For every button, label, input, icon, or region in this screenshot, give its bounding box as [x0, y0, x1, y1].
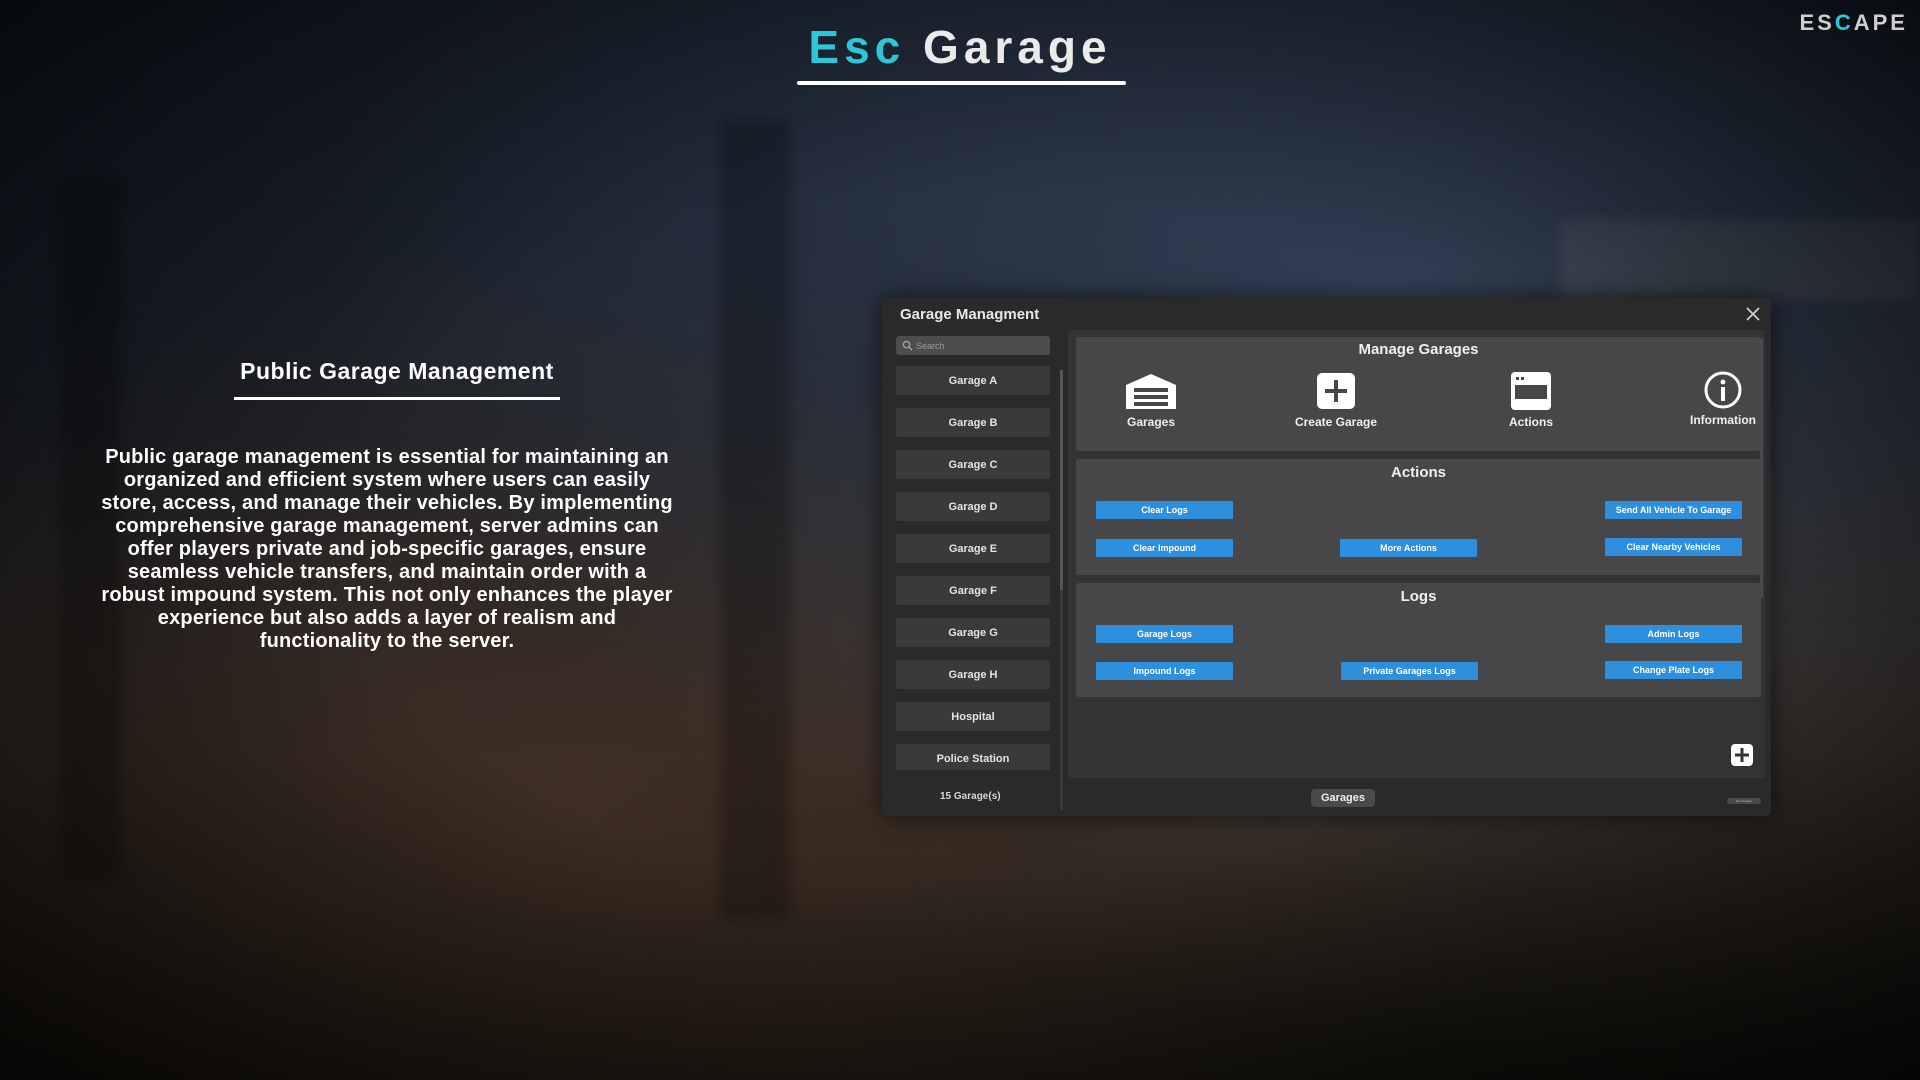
manage-garages-section: Manage Garages Garages Create Garage Act… [1076, 337, 1761, 451]
garage-list-item[interactable]: Garage F [896, 576, 1050, 605]
manage-item-label: Information [1690, 413, 1756, 427]
garage-list-item[interactable]: Garage B [896, 408, 1050, 437]
garage-list-item[interactable]: Garage D [896, 492, 1050, 521]
plus-icon [1317, 373, 1355, 409]
clear-logs-button[interactable]: Clear Logs [1096, 501, 1233, 519]
intro-underline [234, 397, 560, 400]
brand-logo: ESCAPE [1799, 10, 1908, 35]
garage-list-item[interactable]: Police Station [896, 744, 1050, 770]
actions-section: Actions Clear Logs Send All Vehicle To G… [1076, 459, 1761, 575]
close-icon [1746, 307, 1760, 321]
garage-list-item[interactable]: Hospital [896, 702, 1050, 731]
garage-list: Garage A Garage B Garage C Garage D Gara… [896, 366, 1050, 770]
clear-nearby-vehicles-button[interactable]: Clear Nearby Vehicles [1605, 538, 1742, 556]
window-title: Garage Managment [900, 306, 1040, 323]
send-all-vehicles-button[interactable]: Send All Vehicle To Garage [1605, 501, 1742, 519]
manage-item-label: Actions [1508, 415, 1553, 429]
garage-list-item[interactable]: Garage A [896, 366, 1050, 395]
plus-icon [1731, 744, 1753, 766]
main-content: Manage Garages Garages Create Garage Act… [1068, 330, 1765, 778]
tab-esc-garage[interactable]: Esc Garage [1727, 798, 1761, 804]
section-title: Logs [1400, 588, 1437, 605]
add-button[interactable] [1731, 744, 1753, 766]
title-rest: Garage [923, 21, 1112, 73]
more-actions-button[interactable]: More Actions [1340, 539, 1477, 557]
intro-heading: Public Garage Management [240, 358, 554, 384]
garage-list-item[interactable]: Garage H [896, 660, 1050, 689]
bg-palm-trunk [720, 120, 790, 920]
tab-garages[interactable]: Garages [1311, 789, 1375, 807]
info-icon [1704, 371, 1742, 409]
clear-impound-button[interactable]: Clear Impound [1096, 539, 1233, 557]
private-garages-logs-button[interactable]: Private Garages Logs [1341, 662, 1478, 680]
title-underline [797, 81, 1126, 85]
title-accent: Esc [808, 21, 906, 73]
logs-section: Logs Garage Logs Admin Logs Impound Logs… [1076, 583, 1761, 697]
section-title: Manage Garages [1358, 341, 1479, 358]
garage-list-item[interactable]: Garage C [896, 450, 1050, 479]
garage-list-item[interactable]: Garage E [896, 534, 1050, 563]
intro-description: Public garage management is essential fo… [101, 446, 673, 652]
manage-item-label: Create Garage [1294, 415, 1378, 429]
manage-item-label: Garages [1126, 415, 1176, 429]
admin-logs-button[interactable]: Admin Logs [1605, 625, 1742, 643]
garage-list-item[interactable]: Garage G [896, 618, 1050, 647]
bg-building-roof [1560, 220, 1920, 300]
search-input[interactable] [916, 338, 1044, 353]
change-plate-logs-button[interactable]: Change Plate Logs [1605, 661, 1742, 679]
garage-icon [1126, 374, 1176, 409]
page-title: Esc Garage [0, 20, 1920, 74]
information-button[interactable]: Information [1668, 371, 1778, 427]
garage-count: 15 Garage(s) [940, 791, 1001, 802]
garage-management-window: Garage Managment Garage A Garage B Garag… [882, 298, 1771, 816]
create-garage-button[interactable]: Create Garage [1281, 371, 1391, 429]
search-box[interactable] [896, 336, 1050, 355]
manage-garages-button[interactable]: Garages [1096, 371, 1206, 429]
sidebar-scroll-thumb[interactable] [1060, 370, 1063, 590]
actions-button[interactable]: Actions [1476, 371, 1586, 429]
window-icon [1511, 372, 1551, 410]
impound-logs-button[interactable]: Impound Logs [1096, 662, 1233, 680]
close-button[interactable] [1743, 304, 1763, 324]
search-icon [902, 340, 913, 351]
sidebar-scrollbar[interactable] [1060, 370, 1063, 810]
garage-logs-button[interactable]: Garage Logs [1096, 625, 1233, 643]
section-title: Actions [1390, 464, 1446, 481]
garage-sidebar: Garage A Garage B Garage C Garage D Gara… [896, 336, 1050, 770]
